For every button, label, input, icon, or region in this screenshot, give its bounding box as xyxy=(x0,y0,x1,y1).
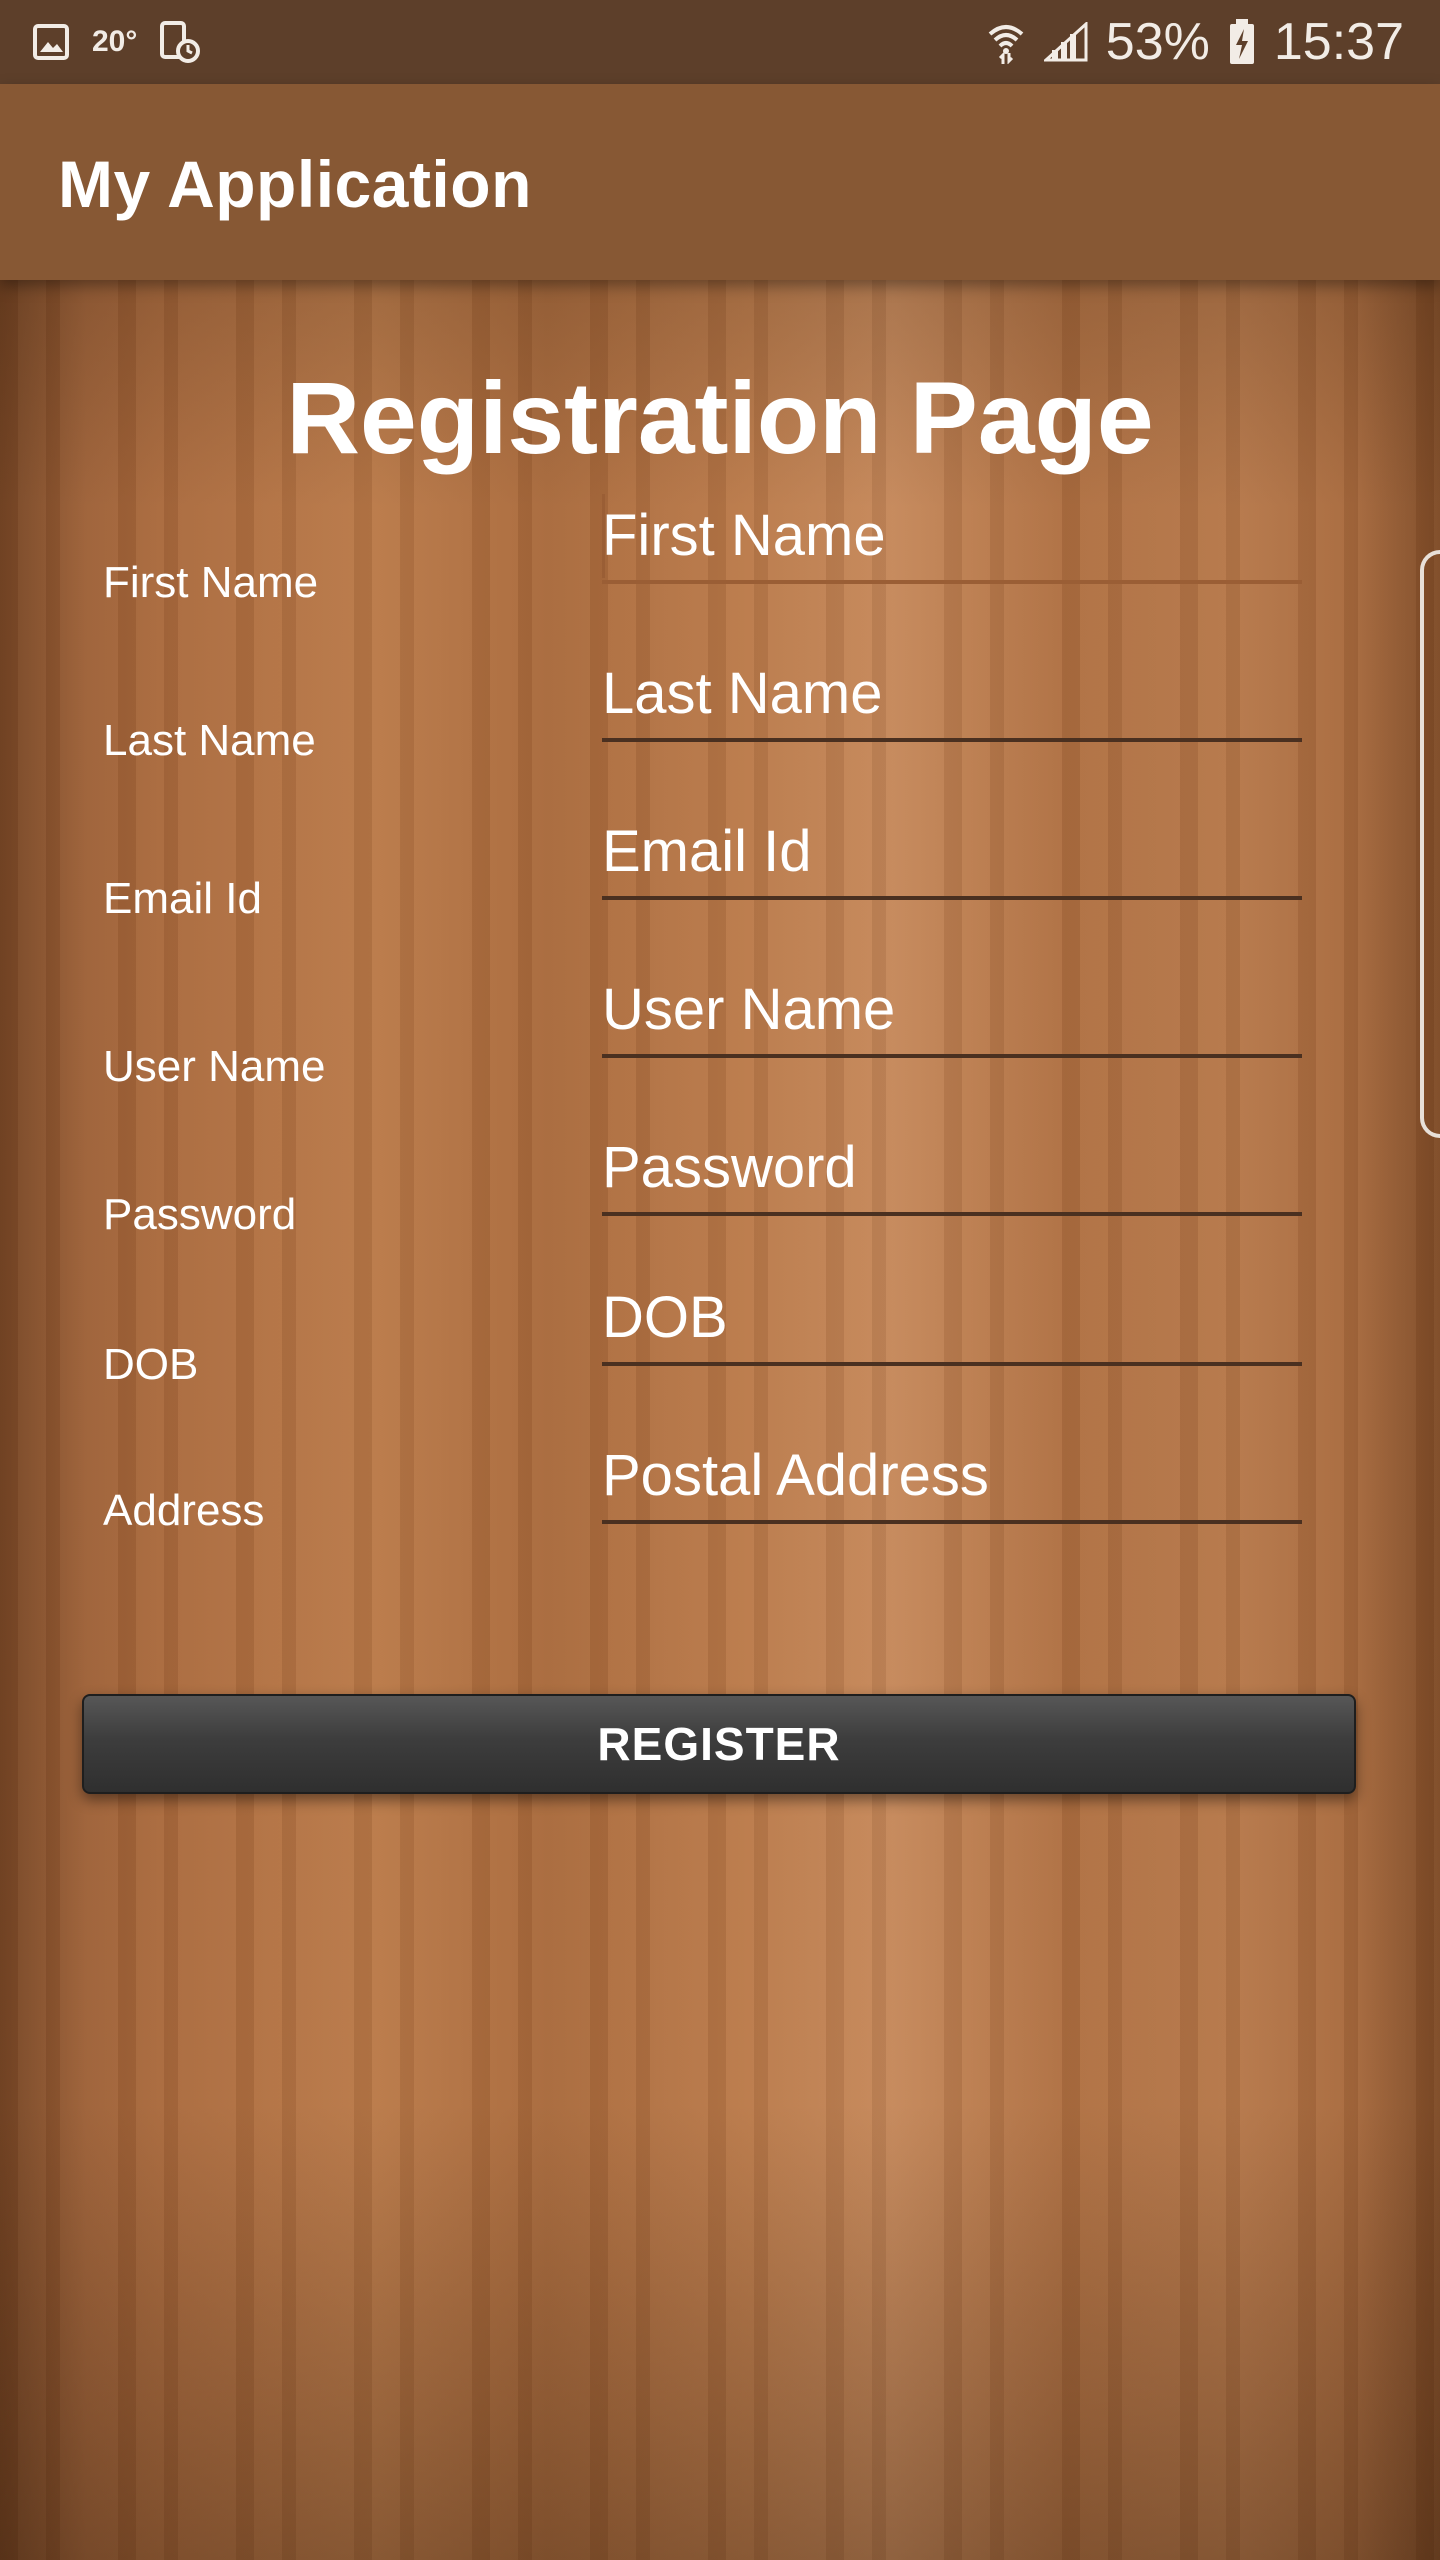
temperature-text: 20° xyxy=(92,25,138,58)
app-bar: My Application xyxy=(0,84,1440,280)
text-cursor xyxy=(602,494,605,578)
label-email-id: Email Id xyxy=(103,874,262,923)
label-password: Password xyxy=(103,1190,297,1239)
user-name-input[interactable] xyxy=(602,964,1302,1058)
label-first-name: First Name xyxy=(103,558,319,607)
status-bar: 20° 53% 15:37 xyxy=(0,0,1440,84)
edge-panel-handle[interactable] xyxy=(1420,550,1440,1138)
signal-icon xyxy=(1043,22,1088,62)
first-name-input[interactable] xyxy=(602,490,1302,584)
battery-percent: 53% xyxy=(1105,13,1210,71)
screen-record-icon xyxy=(159,20,201,64)
battery-charging-icon xyxy=(1228,19,1256,65)
label-user-name: User Name xyxy=(103,1042,326,1091)
wifi-icon xyxy=(986,20,1026,64)
dob-input[interactable] xyxy=(602,1272,1302,1366)
email-id-input[interactable] xyxy=(602,806,1302,900)
postal-address-input[interactable] xyxy=(602,1430,1302,1524)
register-button[interactable]: REGISTER xyxy=(82,1694,1356,1794)
status-bar-left: 20° xyxy=(32,0,201,84)
page-title: Registration Page xyxy=(286,361,1154,475)
label-last-name: Last Name xyxy=(103,716,316,765)
label-dob: DOB xyxy=(103,1340,199,1389)
label-address: Address xyxy=(103,1486,265,1535)
app-title: My Application xyxy=(58,147,532,221)
status-bar-right: 53% 15:37 xyxy=(986,0,1404,84)
last-name-input[interactable] xyxy=(602,648,1302,742)
registration-content: Registration Page First Name Last Name E… xyxy=(0,280,1440,2560)
password-input[interactable] xyxy=(602,1122,1302,1216)
clock: 15:37 xyxy=(1273,13,1404,71)
gallery-icon xyxy=(32,23,70,61)
